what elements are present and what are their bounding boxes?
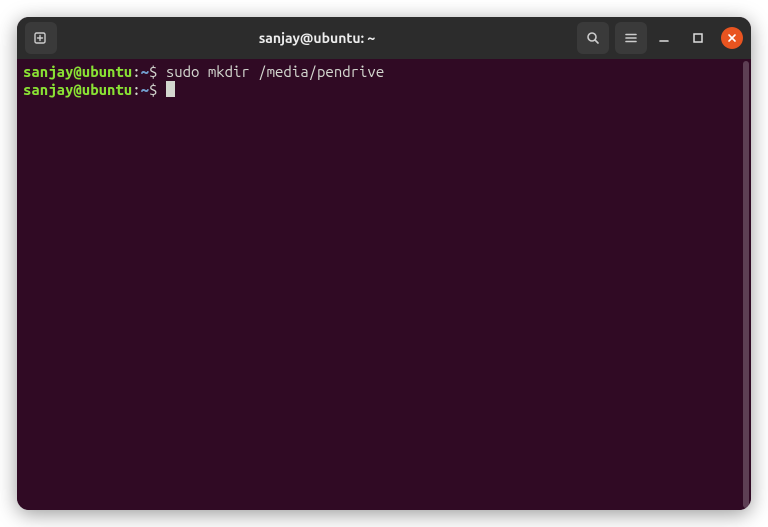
window-controls (653, 27, 743, 49)
prompt-path: ~ (141, 63, 149, 80)
maximize-icon (691, 31, 705, 45)
menu-button[interactable] (615, 22, 647, 54)
prompt-user-host: sanjay@ubuntu (23, 81, 132, 98)
terminal-window: sanjay@ubuntu: ~ (17, 17, 751, 510)
terminal-body[interactable]: sanjay@ubuntu:~$ sudo mkdir /media/pendr… (17, 59, 751, 510)
window-title: sanjay@ubuntu: ~ (63, 30, 571, 46)
cursor-block (166, 81, 175, 97)
prompt-dollar: $ (149, 81, 166, 98)
close-button[interactable] (721, 27, 743, 49)
minimize-icon (657, 31, 671, 45)
terminal-line: sanjay@ubuntu:~$ (23, 81, 745, 99)
prompt-colon: : (132, 81, 140, 98)
titlebar: sanjay@ubuntu: ~ (17, 17, 751, 59)
maximize-button[interactable] (687, 27, 709, 49)
prompt-user-host: sanjay@ubuntu (23, 63, 132, 80)
search-button[interactable] (577, 22, 609, 54)
new-tab-button[interactable] (25, 22, 57, 54)
search-icon (585, 30, 601, 46)
hamburger-icon (623, 30, 639, 46)
prompt-dollar: $ (149, 63, 166, 80)
prompt-colon: : (132, 63, 140, 80)
new-tab-icon (33, 30, 49, 46)
command-text: sudo mkdir /media/pendrive (166, 63, 384, 80)
close-icon (727, 33, 737, 43)
terminal-line: sanjay@ubuntu:~$ sudo mkdir /media/pendr… (23, 63, 745, 81)
minimize-button[interactable] (653, 27, 675, 49)
prompt-path: ~ (141, 81, 149, 98)
scrollbar[interactable] (743, 61, 749, 508)
